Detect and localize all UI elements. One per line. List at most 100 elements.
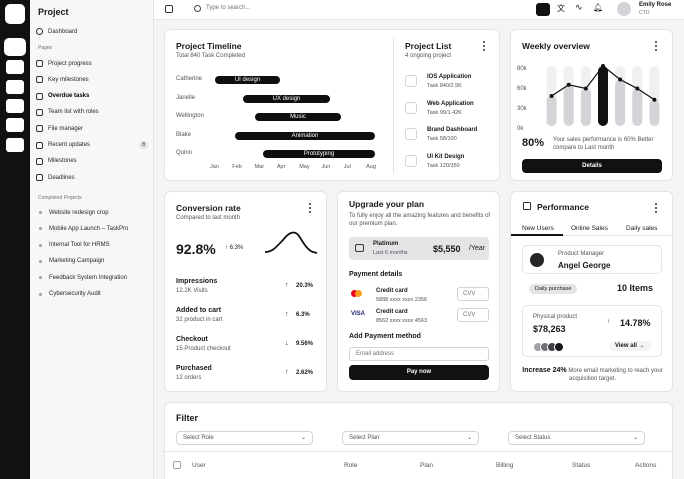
completed-project-item[interactable]: Cybersecurity Audit <box>36 288 148 301</box>
layout-rail-icon[interactable] <box>6 60 24 74</box>
users-rail-icon[interactable] <box>6 118 24 132</box>
notification-bell-icon[interactable]: 🔔︎ <box>593 3 603 12</box>
completed-project-label: Website redesign crop <box>49 209 109 216</box>
chart-point <box>583 86 588 91</box>
weekly-overview-card: Weekly overview 80k 60k 30k 0k 80% Your sal… <box>510 29 673 181</box>
clipboard-rail-icon[interactable] <box>6 80 24 94</box>
completed-project-item[interactable]: Mobile App Launch – TaskPro <box>36 222 148 235</box>
completed-project-item[interactable]: Internal Tool for HRMS <box>36 239 148 252</box>
arrow-up-icon: ↑ <box>607 319 610 325</box>
search-input[interactable]: Type to search... <box>206 5 250 11</box>
sidebar-item[interactable]: Recent updates 8 <box>36 139 148 152</box>
project-list-item[interactable]: IOS Application Task 840/2.5K <box>405 72 495 92</box>
more-options-icon[interactable] <box>654 41 658 51</box>
pay-now-button[interactable]: Pay now <box>349 365 489 380</box>
chart-icon <box>523 202 531 210</box>
chart-bar[interactable] <box>649 99 660 126</box>
conversion-card: Conversion rate Compared to last month 9… <box>164 191 327 392</box>
filter-select[interactable]: Select Status ⌄ <box>508 431 645 445</box>
completed-section-label: Completed Projects <box>38 195 82 201</box>
timeline-task-bar[interactable]: Music <box>255 113 341 121</box>
table-column-header[interactable]: Role <box>344 462 357 469</box>
bullet-icon <box>39 276 42 280</box>
cvv-field[interactable]: CVV <box>457 308 489 322</box>
performance-title: Performance <box>537 202 589 212</box>
calendar-rail-icon[interactable] <box>6 99 24 113</box>
sidebar-item[interactable]: Key milestones <box>36 73 148 86</box>
performance-tab[interactable]: New Users <box>522 225 554 232</box>
activity-icon[interactable]: ∿ <box>575 2 583 13</box>
sidebar-item[interactable]: Team list with roles <box>36 106 148 119</box>
filter-title: Filter <box>176 413 199 423</box>
upgrade-card: Upgrade your plan To fully enjoy all the… <box>337 191 500 392</box>
timeline-task-bar[interactable]: Animation <box>235 131 375 140</box>
table-column-header[interactable]: Plan <box>420 462 433 469</box>
y-tick-label: 80k <box>517 66 528 72</box>
filter-select[interactable]: Select Plan ⌄ <box>342 431 479 445</box>
sidebar-item-dashboard[interactable]: Dashboard <box>36 25 148 38</box>
app-logo-icon <box>5 4 25 24</box>
sidebar-toggle-icon[interactable] <box>165 5 173 13</box>
weekly-percent: 80% <box>522 137 545 149</box>
completed-project-item[interactable]: Website redesign crop <box>36 206 148 219</box>
chart-point <box>601 64 605 68</box>
metric-sub: 32 product in cart <box>176 317 223 323</box>
chart-bar[interactable] <box>598 66 608 126</box>
y-tick-label: 60k <box>517 86 528 92</box>
view-all-button[interactable]: View all → <box>609 341 651 351</box>
timeline-row-name: Blake <box>176 131 192 138</box>
table-column-header[interactable]: Billing <box>496 462 513 469</box>
more-options-icon[interactable] <box>654 203 658 213</box>
more-options-icon[interactable] <box>482 41 486 51</box>
chart-point <box>549 94 554 98</box>
chart-point <box>652 97 657 102</box>
project-list-item[interactable]: UI Kit Design Task 120/350 <box>405 152 495 172</box>
sidebar-item[interactable]: Project progress <box>36 57 148 70</box>
project-list-item[interactable]: Web Application Task 99/1.42K <box>405 99 495 119</box>
timeline-task-bar[interactable]: Prototyping <box>263 150 375 158</box>
completed-project-item[interactable]: Feedback System Integration <box>36 271 148 284</box>
chart-bar[interactable] <box>563 84 574 126</box>
manager-name: Angel George <box>558 261 611 270</box>
table-column-header[interactable]: Status <box>572 462 590 469</box>
table-column-header[interactable]: Actions <box>635 462 656 469</box>
translate-icon[interactable]: 文 <box>557 3 565 14</box>
sidebar-item[interactable]: Deadlines <box>36 171 148 184</box>
performance-tab[interactable]: Daily sales <box>626 225 657 232</box>
sidebar-item-label: Project progress <box>48 60 92 67</box>
project-list-item[interactable]: Brand Dashboard Task 58/100 <box>405 125 495 145</box>
y-tick-label: 0k <box>517 126 524 132</box>
chart-bar[interactable] <box>632 88 643 127</box>
completed-project-label: Mobile App Launch – TaskPro <box>49 225 129 232</box>
filter-select[interactable]: Select Role ⌄ <box>176 431 313 445</box>
chart-bar[interactable] <box>546 96 557 126</box>
timeline-task-bar[interactable]: UI design <box>215 76 280 84</box>
completed-project-item[interactable]: Marketing Campaign <box>36 255 148 268</box>
avatar[interactable] <box>617 2 631 16</box>
dashboard-rail-icon[interactable] <box>4 38 26 56</box>
performance-tab[interactable]: Online Sales <box>571 225 608 232</box>
folder-rail-icon[interactable] <box>6 138 24 152</box>
timeline-row-name: Quinn <box>176 150 193 156</box>
sidebar-item-label: Overdue tasks <box>48 93 90 100</box>
email-field[interactable]: Email address <box>349 347 489 361</box>
chart-bar[interactable] <box>615 79 626 127</box>
table-column-header[interactable]: User <box>192 462 206 469</box>
user-role: CTO <box>639 10 650 16</box>
select-all-checkbox[interactable] <box>173 461 181 469</box>
details-button[interactable]: Details <box>522 159 662 173</box>
theme-icon[interactable] <box>536 3 550 16</box>
physical-value: $78,263 <box>533 324 566 334</box>
more-options-icon[interactable] <box>308 203 312 213</box>
chart-bar[interactable] <box>580 88 591 127</box>
physical-change: 14.78% <box>620 318 651 328</box>
project-name: IOS Application <box>427 74 472 80</box>
sidebar-item-label: Recent updates <box>48 142 91 148</box>
sidebar-item[interactable]: Overdue tasks <box>36 90 148 103</box>
timeline-task-bar[interactable]: UX design <box>243 94 330 103</box>
project-list-title: Project List <box>405 41 452 51</box>
sidebar-item[interactable]: Milestones <box>36 155 148 168</box>
sidebar-item[interactable]: File manager <box>36 122 148 135</box>
cvv-field[interactable]: CVV <box>457 287 489 301</box>
plan-box[interactable]: Platinum Last 6 months $5,550 /Year <box>349 237 489 260</box>
